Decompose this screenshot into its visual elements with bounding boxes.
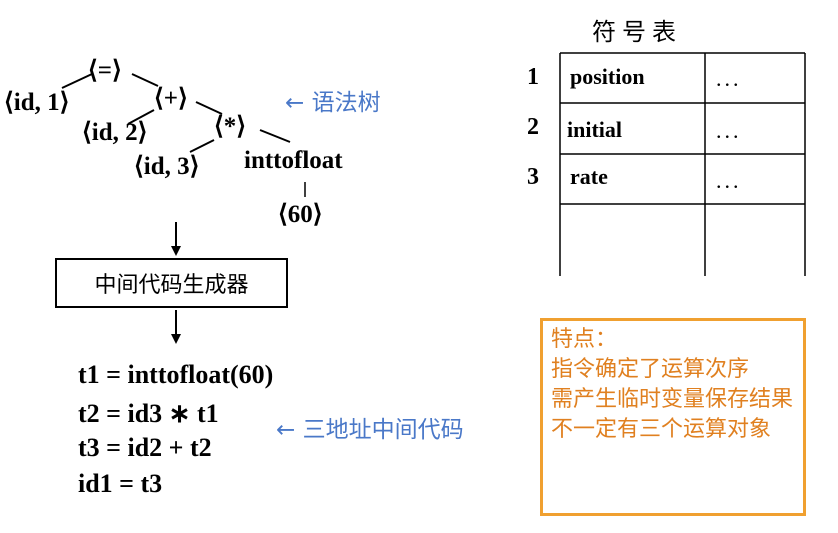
tree-node-id1: ⟨id, 1⟩ [4, 89, 70, 116]
tree-node-id2: ⟨id, 2⟩ [82, 119, 148, 146]
edge-mul-id3 [189, 139, 215, 153]
tree-node-assign: ⟨=⟩ [88, 57, 122, 84]
tree-node-id3: ⟨id, 3⟩ [134, 153, 200, 180]
tree-node-60: ⟨60⟩ [278, 201, 323, 228]
table-cell-info-2: ... [716, 118, 742, 143]
arrow-head-1 [171, 246, 181, 256]
table-row-num-1: 1 [527, 64, 539, 90]
table-cell-info-3: ... [716, 168, 742, 193]
generator-label: 中间代码生成器 [94, 273, 249, 298]
table-cell-name-2: initial [567, 117, 623, 142]
code-line-4: id1 = t3 [78, 469, 163, 498]
syntax-tree-label: ← 语法树 [285, 90, 381, 116]
edge-mul-inttofloat [259, 129, 291, 143]
features-note-box: 特点： 指令确定了运算次序 需产生临时变量保存结果 不一定有三个运算对象 [540, 318, 806, 516]
table-cell-info-1: ... [716, 66, 742, 91]
tree-node-mul: ⟨*⟩ [214, 113, 247, 140]
table-cell-name-3: rate [570, 164, 608, 189]
table-row-num-3: 3 [527, 164, 539, 190]
arrow-head-2 [171, 334, 181, 344]
table-row-num-2: 2 [527, 114, 539, 140]
note-line-2: 需产生临时变量保存结果 [551, 387, 794, 412]
intermediate-code-generator-box: 中间代码生成器 [55, 258, 288, 308]
table-cell-name-1: position [570, 64, 645, 89]
tree-node-inttofloat: inttofloat [244, 147, 343, 174]
note-heading: 特点： [551, 327, 618, 352]
note-line-3: 不一定有三个运算对象 [551, 417, 772, 442]
code-line-1: t1 = inttofloat(60) [78, 360, 274, 389]
note-line-1: 指令确定了运算次序 [551, 357, 750, 382]
code-line-2: t2 = id3 ∗ t1 [78, 399, 219, 428]
tree-node-plus: ⟨+⟩ [154, 85, 188, 112]
code-line-3: t3 = id2 + t2 [78, 433, 212, 462]
three-address-code-label: ← 三地址中间代码 [276, 417, 464, 443]
symbol-table-title: 符号表 [592, 18, 682, 46]
